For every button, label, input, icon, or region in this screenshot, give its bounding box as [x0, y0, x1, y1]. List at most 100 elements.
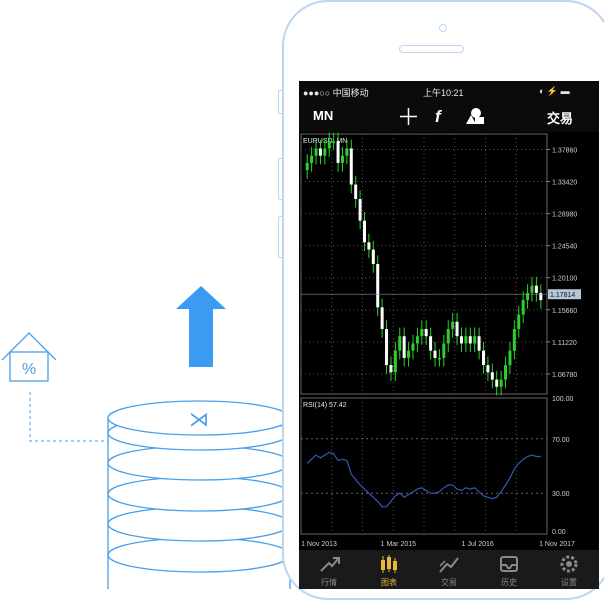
candle-body — [407, 350, 411, 358]
phone-camera — [439, 24, 447, 32]
phone-volume-button — [278, 90, 284, 114]
nav-tab-4[interactable]: 设置 — [539, 550, 599, 589]
candle-body — [446, 329, 450, 344]
history-icon — [500, 556, 518, 572]
house-icon: % — [1, 332, 57, 382]
candle-body — [437, 357, 441, 360]
status-bar: ●●●○○ 中国移动 上午10:21 ◐ ⚡ ▬ — [299, 81, 599, 101]
candle-body — [459, 336, 463, 344]
rsi-tick-label: 70.00 — [552, 437, 570, 444]
candle-body — [318, 148, 322, 156]
candle-body — [363, 220, 366, 243]
price-tick-label: 1.24540 — [552, 244, 577, 251]
price-tick-label: 1.20100 — [552, 276, 577, 283]
price-tick-label: 1.15660 — [552, 308, 577, 315]
candle-body — [323, 148, 327, 156]
candle-body — [354, 184, 358, 199]
candle-body — [389, 365, 393, 373]
rsi-tick-label: 0.00 — [552, 529, 566, 536]
candle-body — [477, 336, 481, 351]
candle-body — [464, 336, 468, 344]
candle-body — [433, 350, 437, 358]
candle-body — [451, 321, 455, 329]
timeframe-button[interactable]: MN — [313, 108, 333, 123]
candle-body — [380, 307, 384, 329]
candle-body — [517, 314, 521, 329]
candle-body — [336, 141, 340, 163]
coin-symbol: ⋊ — [189, 409, 209, 431]
current-price-label: 1.17814 — [550, 292, 575, 299]
candle-body — [367, 242, 371, 250]
candle-body — [495, 379, 499, 387]
candle-body — [534, 285, 538, 293]
rsi-tick-label: 30.00 — [552, 491, 570, 498]
candle-body — [424, 329, 428, 337]
price-tick-label: 1.06780 — [552, 372, 577, 379]
nav-tab-3[interactable]: 历史 — [479, 550, 539, 589]
nav-tab-label: 交易 — [441, 578, 457, 587]
phone-volume-button — [278, 216, 284, 258]
candle-body — [345, 148, 349, 156]
nav-tab-label: 行情 — [321, 578, 337, 587]
candle-body — [490, 372, 494, 380]
settings-icon — [560, 555, 578, 573]
candle-body — [402, 336, 406, 358]
crosshair-icon[interactable] — [400, 108, 417, 125]
nav-tab-1[interactable]: 图表 — [359, 550, 419, 589]
bottom-navigation: 行情 图表 交易 历史 设置 — [299, 550, 599, 589]
phone-volume-button — [278, 158, 284, 200]
candle-body — [398, 336, 402, 351]
candle-body — [371, 249, 375, 264]
dashed-connector — [29, 392, 108, 442]
chart-canvas: 1.37860 1.33420 1.28980 1.24540 1.20100 1.156… — [300, 132, 581, 548]
candle-body — [442, 343, 446, 358]
candle-body — [455, 321, 459, 337]
candle-body — [314, 148, 318, 156]
phone-screen: ●●●○○ 中国移动 上午10:21 ◐ ⚡ ▬ MN f 交易 1.37860… — [299, 81, 599, 589]
candle-body — [420, 329, 424, 337]
candle-body — [521, 300, 525, 315]
candle-body — [499, 379, 503, 387]
svg-text:f: f — [435, 107, 443, 126]
nav-tab-2[interactable]: 交易 — [419, 550, 479, 589]
candle-body — [376, 264, 380, 308]
candle-body — [508, 350, 512, 366]
nav-tab-label: 设置 — [561, 578, 577, 587]
candle-body — [332, 141, 336, 143]
price-tick-label: 1.28980 — [552, 212, 577, 219]
candle-body — [530, 285, 534, 293]
trade-icon — [439, 557, 459, 573]
trade-button[interactable]: 交易 — [547, 108, 573, 127]
candle-body — [305, 162, 309, 171]
coin-stack-icon: ⋊ — [107, 400, 291, 589]
date-label: 1 Mar 2015 — [381, 541, 417, 548]
candle-body — [468, 336, 472, 344]
rsi-label: RSI(14) 57.42 — [303, 402, 347, 409]
price-tick-label: 1.33420 — [552, 180, 577, 187]
candle-body — [310, 155, 314, 163]
price-tick-label: 1.37860 — [552, 147, 577, 154]
candle-body — [349, 148, 353, 185]
price-tick-label: 1.11220 — [552, 340, 577, 347]
candle-body — [512, 329, 516, 351]
up-arrow-icon — [176, 286, 226, 367]
function-icon[interactable]: f — [433, 106, 447, 126]
house-symbol: % — [22, 361, 36, 378]
price-chart[interactable]: 1.37860 1.33420 1.28980 1.24540 1.20100 1.156… — [299, 132, 599, 550]
chart-toolbar: MN f 交易 — [299, 101, 599, 131]
phone-speaker — [399, 45, 464, 53]
chart-icon — [381, 555, 397, 573]
objects-icon[interactable] — [465, 107, 485, 125]
candle-body — [415, 336, 419, 344]
candle-body — [411, 343, 415, 351]
candle-body — [358, 199, 362, 221]
candle-body — [429, 336, 433, 351]
date-label: 1 Nov 2013 — [301, 541, 337, 548]
candle-body — [473, 336, 477, 344]
date-label: 1 Jul 2016 — [462, 541, 494, 548]
battery-indicator: ◐ ⚡ ▬ — [539, 86, 570, 96]
nav-tab-0[interactable]: 行情 — [299, 550, 359, 589]
candle-body — [482, 350, 485, 366]
candle-body — [504, 365, 508, 380]
candle-body — [486, 365, 490, 373]
